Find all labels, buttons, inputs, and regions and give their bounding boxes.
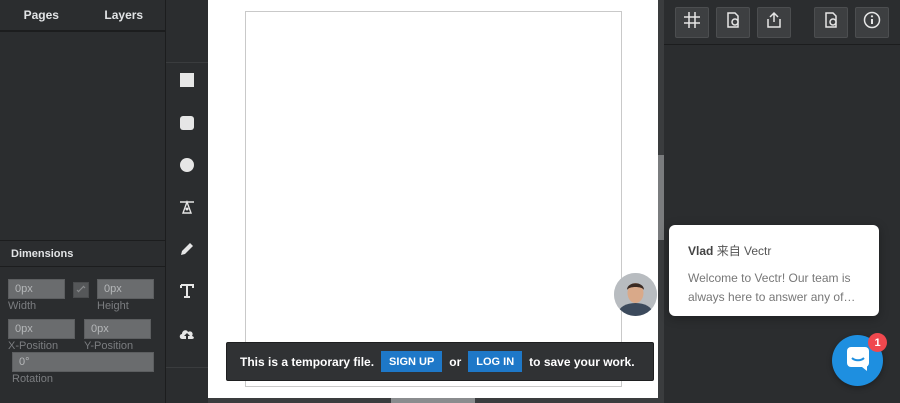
unread-badge: 1 [868, 333, 887, 352]
sign-up-button[interactable]: SIGN UP [381, 351, 443, 372]
text-icon [179, 283, 195, 304]
info-icon [863, 11, 881, 34]
toolstrip-divider [166, 62, 208, 63]
share-icon [765, 11, 783, 34]
info-button[interactable] [855, 7, 889, 38]
x-position-label: X-Position [8, 340, 59, 352]
pen-tool-icon [179, 199, 195, 220]
pen-tool[interactable] [178, 199, 196, 220]
log-in-button[interactable]: LOG IN [468, 351, 523, 372]
banner-or-text: or [449, 354, 462, 369]
tool-strip [166, 0, 208, 403]
banner-save-text: to save your work. [529, 354, 635, 369]
upload-cloud-icon [178, 326, 196, 347]
banner-text: This is a temporary file. [240, 354, 375, 369]
chat-message-popup[interactable]: Vlad 来自 Vectr Welcome to Vectr! Our team… [669, 225, 879, 316]
y-position-label: Y-Position [84, 340, 134, 352]
rectangle-icon [179, 72, 195, 93]
rounded-rectangle-icon [179, 115, 195, 136]
width-label: Width [8, 300, 37, 312]
aspect-lock-button[interactable] [73, 282, 89, 298]
rounded-rectangle-tool[interactable] [178, 115, 196, 136]
rotation-label: Rotation [12, 373, 53, 385]
rotation-field[interactable]: 0° [12, 352, 154, 372]
height-field[interactable]: 0px [97, 279, 154, 299]
horizontal-scroll-thumb[interactable] [391, 398, 475, 403]
export-file-icon [822, 11, 840, 34]
y-position-field[interactable]: 0px [84, 319, 151, 339]
avatar[interactable] [614, 273, 657, 316]
panel-tabs: Pages Layers [0, 0, 165, 32]
chat-sender-source: 来自 Vectr [716, 244, 772, 258]
left-panel: Pages Layers Dimensions 0px 0px Width He… [0, 0, 166, 403]
share-button[interactable] [757, 7, 791, 38]
export-button[interactable] [814, 7, 848, 38]
width-field[interactable]: 0px [8, 279, 65, 299]
horizontal-scrollbar[interactable] [208, 398, 658, 403]
chat-message-text: Welcome to Vectr! Our team is always her… [688, 271, 856, 304]
text-tool[interactable] [178, 283, 196, 304]
dimensions-title: Dimensions [0, 242, 165, 267]
circle-tool[interactable] [178, 157, 196, 178]
rectangle-tool[interactable] [178, 72, 196, 93]
pages-list [0, 34, 165, 241]
tab-layers[interactable]: Layers [83, 0, 166, 30]
chat-sender-name: Vlad [688, 244, 714, 258]
temporary-file-banner: This is a temporary file. SIGN UP or LOG… [226, 342, 654, 381]
chat-sender-line: Vlad 来自 Vectr [688, 242, 860, 259]
circle-icon [179, 157, 195, 178]
import-button[interactable] [716, 7, 750, 38]
link-icon [76, 281, 86, 299]
import-file-icon [724, 11, 742, 34]
app-root: Pages Layers Dimensions 0px 0px Width He… [0, 0, 900, 403]
artboard[interactable] [245, 11, 622, 387]
chat-icon [845, 345, 871, 376]
x-position-field[interactable]: 0px [8, 319, 75, 339]
height-label: Height [97, 300, 129, 312]
toolstrip-divider [166, 367, 208, 368]
grid-button[interactable] [675, 7, 709, 38]
tab-pages[interactable]: Pages [0, 0, 83, 30]
right-toolbar [664, 0, 900, 45]
pencil-tool[interactable] [178, 242, 196, 260]
grid-icon [683, 11, 701, 34]
canvas[interactable] [208, 0, 658, 398]
upload-tool[interactable] [178, 327, 196, 345]
pencil-icon [179, 241, 195, 262]
